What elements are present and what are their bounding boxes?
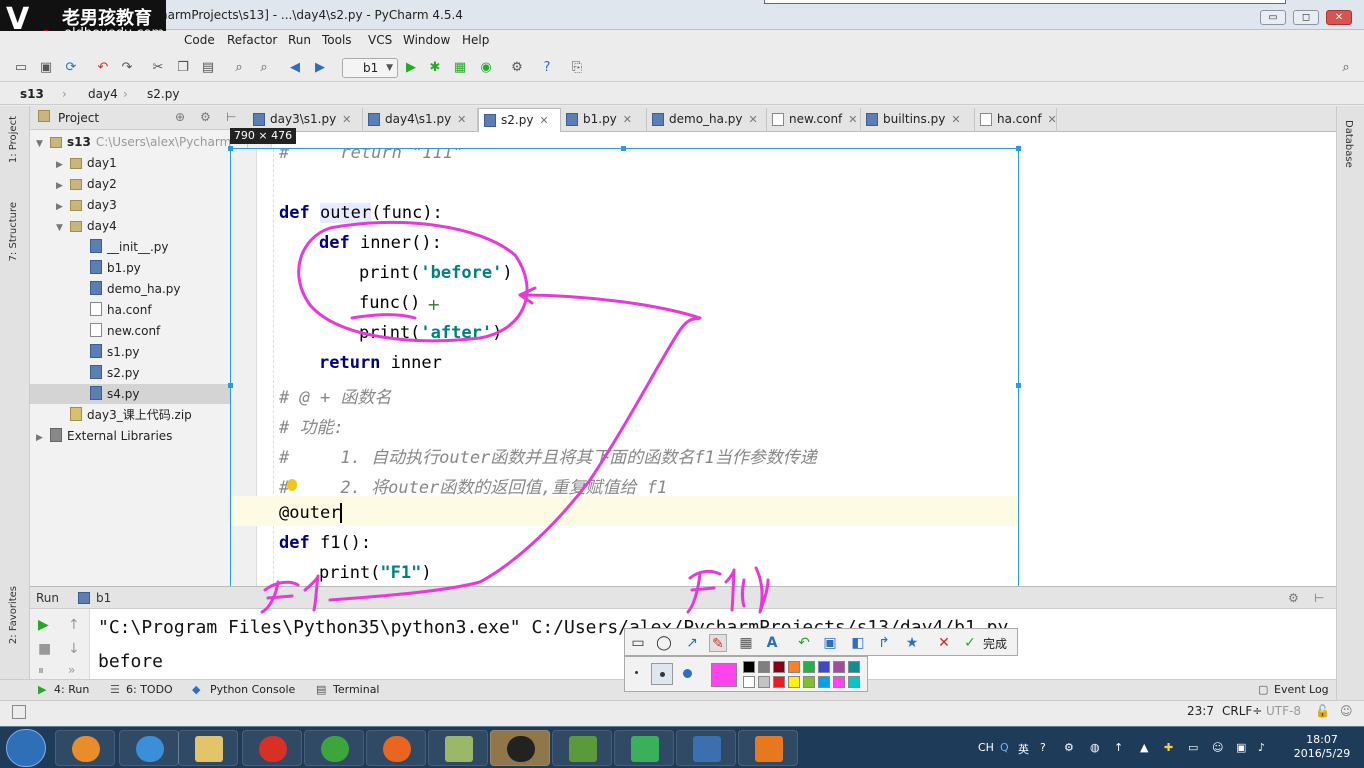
- tray-help-icon[interactable]: ?: [1040, 741, 1046, 754]
- color-swatch[interactable]: [773, 661, 785, 673]
- tray-arrow-icon[interactable]: ▲: [1140, 741, 1148, 754]
- circle-annotation: [297, 220, 529, 343]
- firefox-icon: [383, 736, 411, 762]
- tray-volume-icon[interactable]: ♪: [1258, 741, 1265, 754]
- color-swatch[interactable]: [758, 661, 770, 673]
- taskbar-qq-app[interactable]: [490, 730, 550, 766]
- underline-annotation: [350, 313, 417, 320]
- taskbar-explorer-app[interactable]: [55, 730, 115, 766]
- python-icon: [693, 736, 721, 762]
- taskbar-chart-app[interactable]: [552, 730, 612, 766]
- brush-large-icon[interactable]: [683, 669, 692, 678]
- tray-upload-icon[interactable]: ↑: [1114, 741, 1123, 754]
- color-swatch[interactable]: [833, 661, 845, 673]
- tray-tools-icon[interactable]: ⚙: [1064, 741, 1074, 754]
- text-tool-icon[interactable]: A: [763, 634, 781, 652]
- language-indicator[interactable]: 英: [1018, 741, 1029, 757]
- tray-network-icon[interactable]: ◍: [1090, 741, 1100, 754]
- pen-tool-icon[interactable]: ✎: [709, 634, 727, 652]
- taskbar-firefox-app[interactable]: [366, 730, 426, 766]
- chart-app-icon: [569, 736, 597, 762]
- taskbar-ie-app[interactable]: [119, 730, 179, 766]
- pdf-icon: [755, 736, 783, 762]
- rectangle-tool-icon[interactable]: ▭: [629, 634, 647, 652]
- mosaic-tool-icon[interactable]: ▦: [737, 634, 755, 652]
- pycharm-icon: [631, 736, 659, 762]
- tray-monitor-icon[interactable]: ▣: [1236, 741, 1246, 754]
- handwritten-f1-right: [686, 566, 770, 614]
- taskbar-browser-app[interactable]: [304, 730, 364, 766]
- annotation-toolbar: ▭ ◯ ↗ ✎ ▦ A ↶ ▣ ◧ ↱ ★ ✕ ✓ 完成: [624, 628, 1018, 656]
- notes-icon: [445, 736, 473, 762]
- taskbar-chrome-app[interactable]: [242, 730, 302, 766]
- handwritten-f1-left: [260, 574, 320, 614]
- color-swatch[interactable]: [818, 676, 830, 688]
- color-swatch[interactable]: [848, 676, 860, 688]
- browser-icon: [321, 736, 349, 762]
- ime-mode-icon[interactable]: Q: [1000, 741, 1009, 754]
- ellipse-tool-icon[interactable]: ◯: [655, 634, 673, 652]
- color-swatch[interactable]: [803, 676, 815, 688]
- brush-medium-button[interactable]: [651, 663, 673, 685]
- taskbar-folder-app[interactable]: [178, 730, 238, 766]
- tray-display-icon[interactable]: ▭: [1188, 741, 1198, 754]
- color-swatch[interactable]: [818, 661, 830, 673]
- color-swatch[interactable]: [803, 661, 815, 673]
- clock-date: 2016/5/29: [1293, 747, 1351, 760]
- color-swatch[interactable]: [788, 661, 800, 673]
- taskbar-pycharm-app[interactable]: [614, 730, 674, 766]
- arrow-annotation: [328, 293, 702, 602]
- color-swatch[interactable]: [848, 661, 860, 673]
- undo-icon[interactable]: ↶: [795, 634, 813, 652]
- windows-taskbar: CH Q 英 ? ⚙ ◍ ↑ ▲ ✚ ▭ ☺ ▣ ♪ 18:07 2016/5/…: [0, 726, 1364, 768]
- color-swatch[interactable]: [773, 676, 785, 688]
- active-color-swatch[interactable]: [711, 663, 737, 687]
- color-swatch[interactable]: [833, 676, 845, 688]
- app-icon: [72, 736, 100, 762]
- clock[interactable]: 18:07 2016/5/29: [1292, 733, 1352, 761]
- folder-icon: [195, 736, 223, 762]
- color-swatch[interactable]: [743, 676, 755, 688]
- color-swatch[interactable]: [758, 676, 770, 688]
- taskbar-python-app[interactable]: [676, 730, 736, 766]
- save-icon[interactable]: ▣: [821, 634, 839, 652]
- cancel-icon[interactable]: ✕: [935, 634, 953, 652]
- color-swatch[interactable]: [743, 661, 755, 673]
- clock-time: 18:07: [1306, 733, 1338, 746]
- done-button[interactable]: 完成: [983, 635, 1007, 652]
- color-palette: [624, 656, 868, 692]
- tray-security-icon[interactable]: ✚: [1164, 741, 1173, 754]
- qq-icon: [507, 736, 535, 762]
- confirm-icon[interactable]: ✓: [961, 634, 979, 652]
- pin-icon[interactable]: ◧: [849, 634, 867, 652]
- ie-icon: [136, 736, 164, 762]
- start-button[interactable]: [6, 729, 46, 767]
- chrome-icon: [259, 736, 287, 762]
- brush-medium-icon: [660, 672, 665, 677]
- ime-indicator[interactable]: CH: [978, 741, 994, 754]
- arrow-tool-icon[interactable]: ↗: [683, 634, 701, 652]
- taskbar-pdf-app[interactable]: [738, 730, 798, 766]
- color-swatch[interactable]: [788, 676, 800, 688]
- brush-small-icon[interactable]: [635, 671, 638, 674]
- taskbar-notes-app[interactable]: [428, 730, 488, 766]
- share-icon[interactable]: ↱: [875, 634, 893, 652]
- tray-user-icon[interactable]: ☺: [1212, 741, 1223, 754]
- favorite-icon[interactable]: ★: [903, 634, 921, 652]
